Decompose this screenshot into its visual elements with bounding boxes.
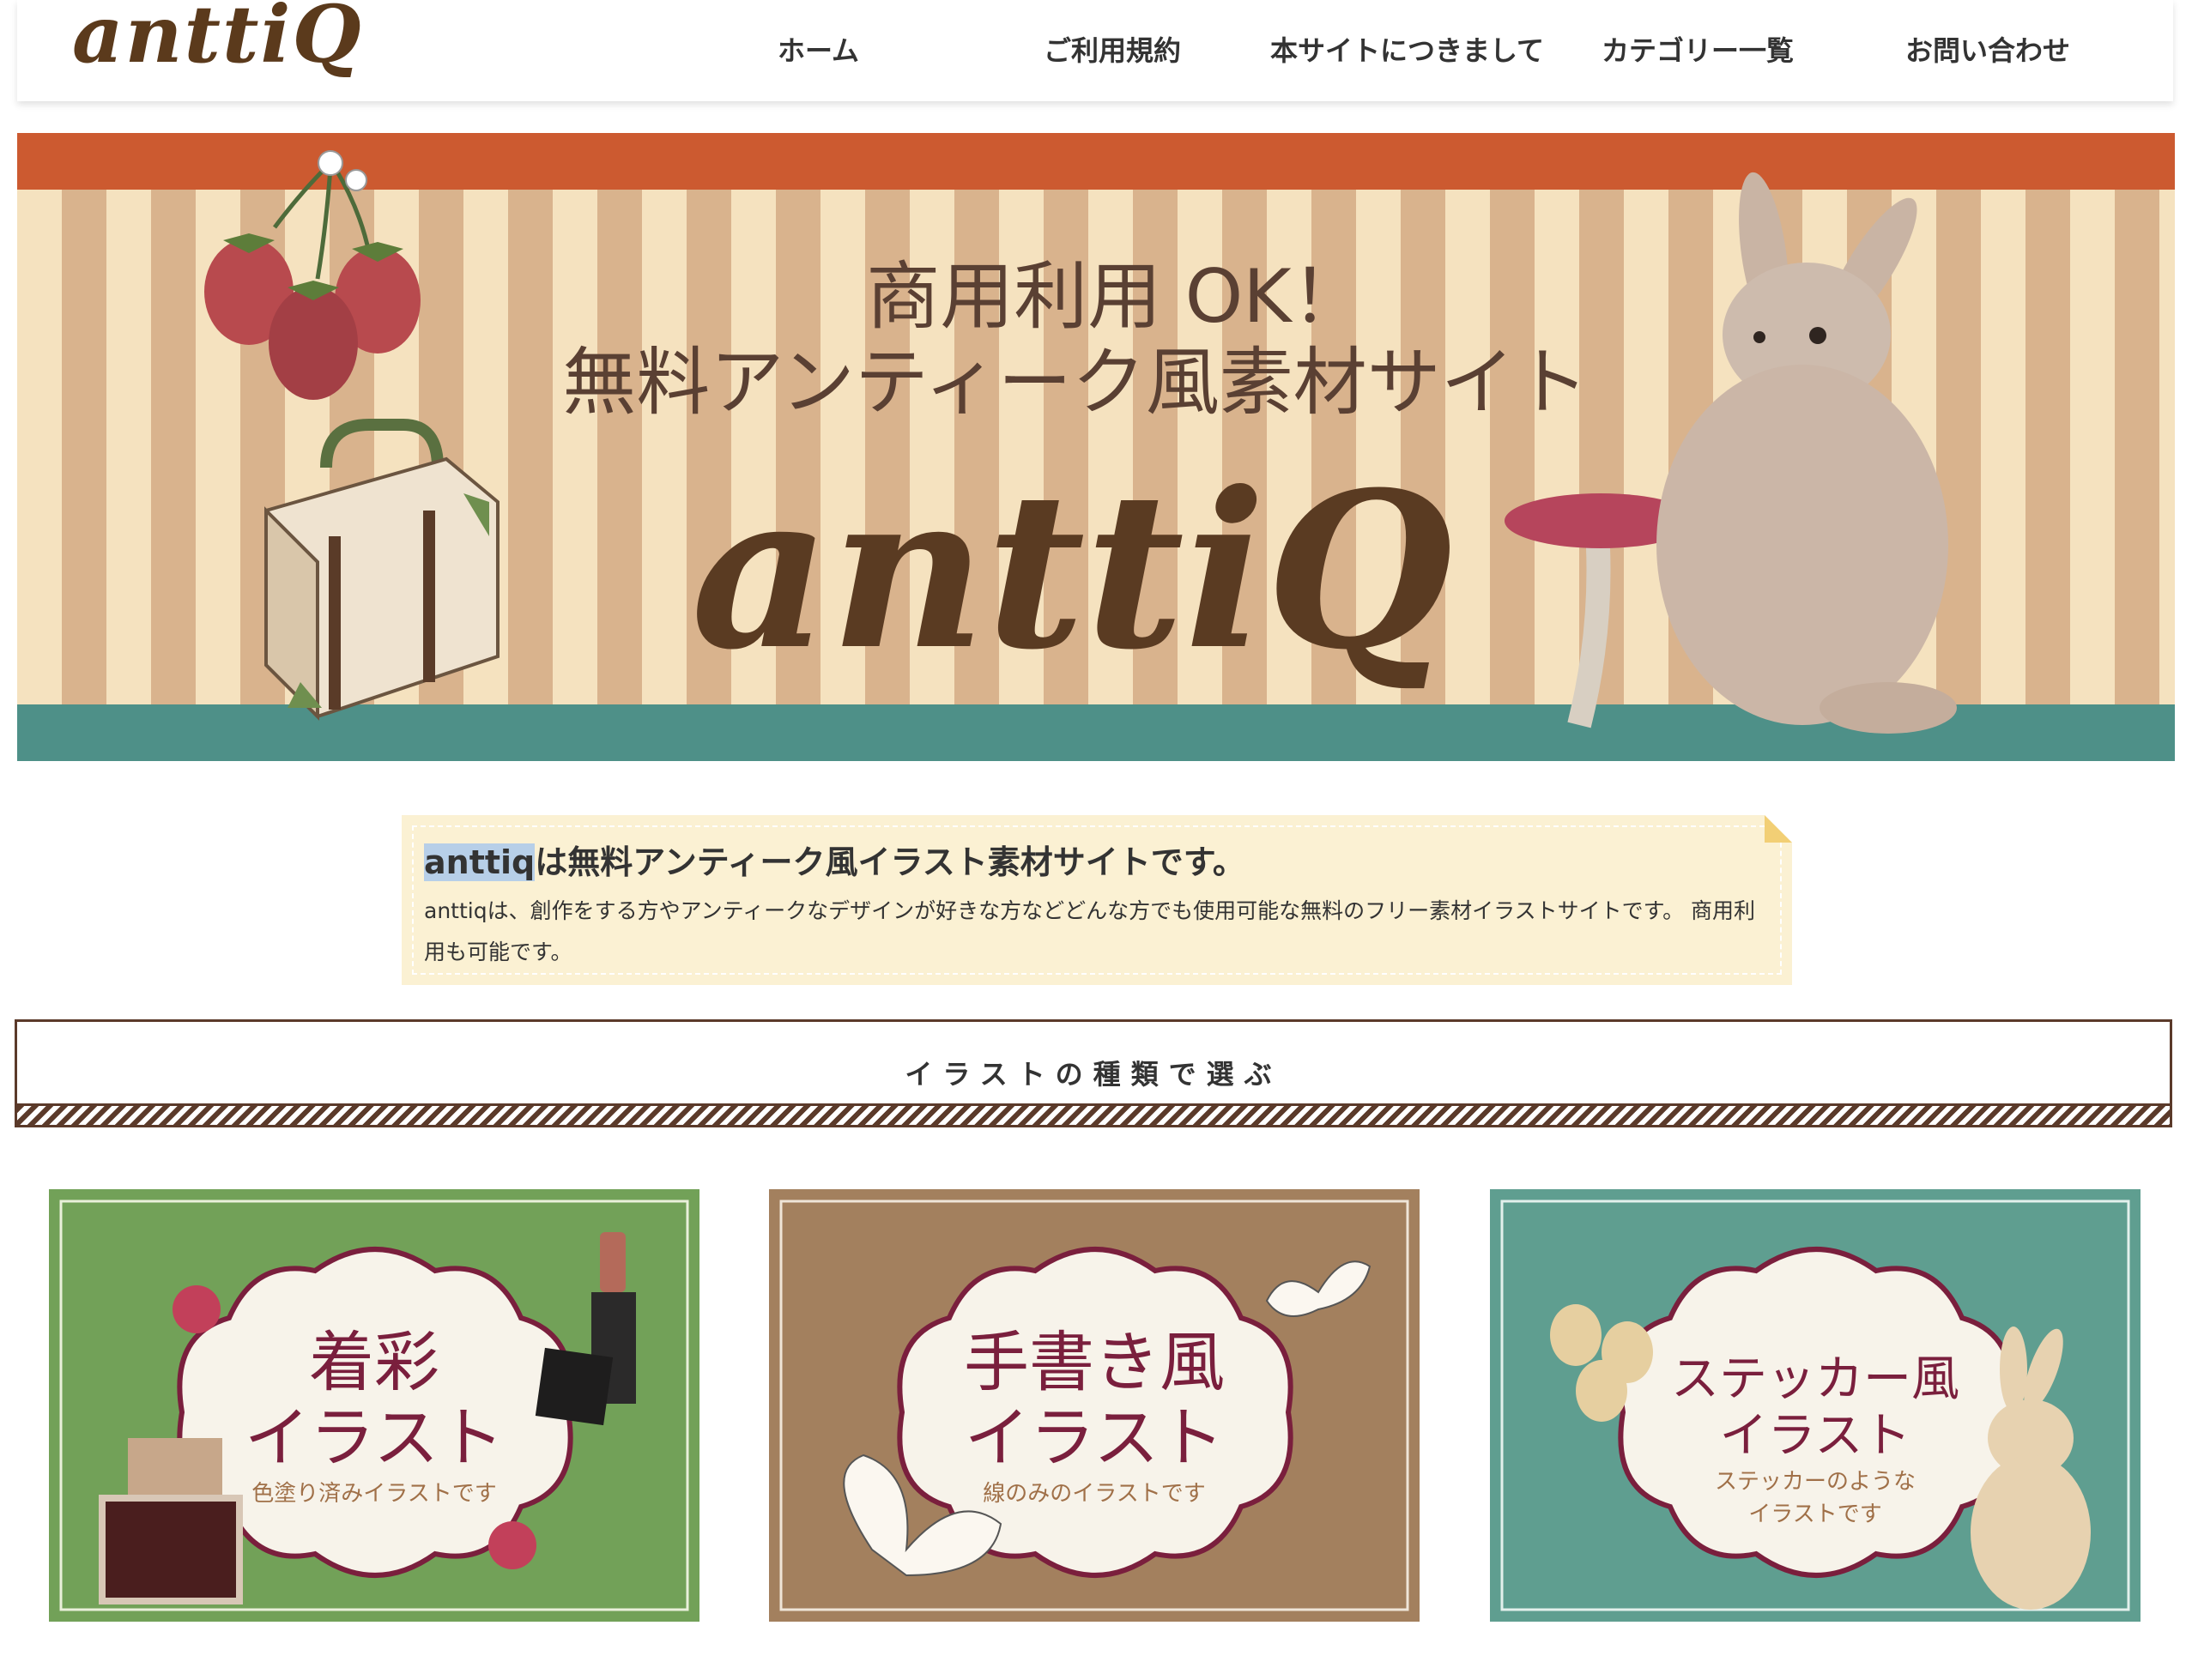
card-colored-sub: 色塗り済みイラストです [251,1481,497,1507]
hero-banner[interactable]: 商用利用 OK！ 無料アンティーク風素材サイト anttiQ [17,133,2175,761]
card-colored-title2: イラスト [244,1399,505,1476]
card-handdrawn-sub: 線のみのイラストです [983,1481,1206,1507]
section-stripes [17,1103,2170,1125]
card-sticker-title2: イラスト [1719,1408,1911,1464]
category-card-handdrawn[interactable]: 手書き風 イラスト 線のみのイラストです [769,1189,1420,1622]
intro-text: anttiqは、創作をする方やアンティークなデザインが好きな方などどんな方でも使… [424,898,1756,964]
nav-terms[interactable]: ご利用規約 [1044,29,1181,69]
nav-home[interactable]: ホーム [778,29,859,69]
card-handdrawn-title2: イラスト [964,1399,1225,1476]
intro-box: anttiqは無料アンティーク風イラスト素材サイトです。 anttiqは、創作を… [402,815,1792,985]
main-nav: ホーム ご利用規約 本サイトにつきまして カテゴリー一覧 お問い合わせ [17,0,2173,101]
flower-icon [488,1521,536,1569]
hero-logo: anttiQ [691,444,1453,697]
corner-fold [1765,815,1792,843]
section-heading-box: イラストの種類で選ぶ [15,1019,2172,1127]
nav-about[interactable]: 本サイトにつきまして [1270,29,1544,69]
site-header: anttiQ ホーム ご利用規約 本サイトにつきまして カテゴリー一覧 お問い合… [17,0,2173,101]
nav-categories[interactable]: カテゴリー一覧 [1602,29,1794,69]
category-card-sticker[interactable]: ステッカー風 イラスト ステッカーのような イラストです [1490,1189,2141,1622]
section-title: イラストの種類で選ぶ [905,1058,1282,1091]
intro-title: anttiqは無料アンティーク風イラスト素材サイトです。 [424,836,1245,883]
intro-title-rest: は無料アンティーク風イラスト素材サイトです。 [535,843,1245,881]
nav-contact[interactable]: お問い合わせ [1905,29,2070,69]
card-sticker-sub: ステッカーのような [1714,1469,1916,1495]
category-card-colored[interactable]: 着彩 イラスト 色塗り済みイラストです [49,1189,699,1622]
card-sticker-sub2: イラストです [1748,1502,1882,1527]
hero-headline-2: 無料アンティーク風素材サイト [562,340,1589,426]
intro-title-highlight: anttiq [424,843,536,881]
